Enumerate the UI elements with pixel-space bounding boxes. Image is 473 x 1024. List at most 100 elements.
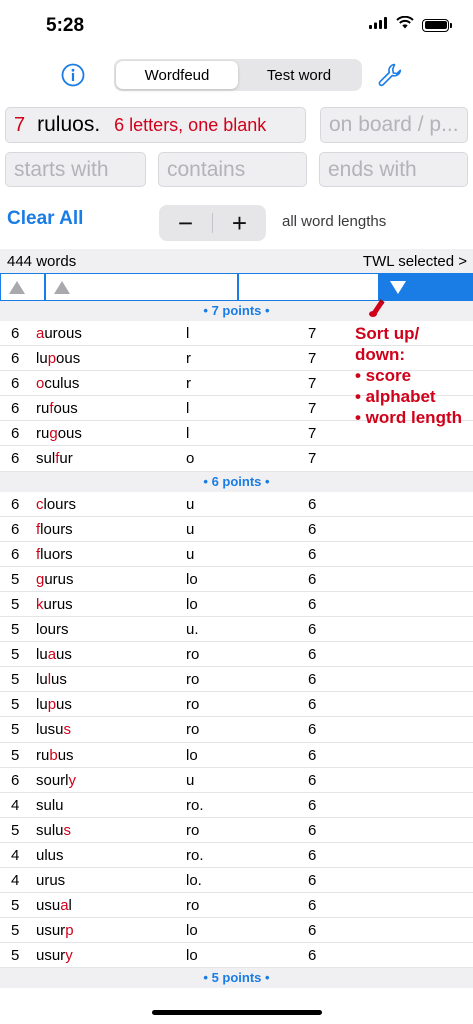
word-row[interactable]: 4 urus lo. 6 <box>0 868 473 894</box>
word-row[interactable]: 5 lusus ro 6 <box>0 717 473 743</box>
word-row[interactable]: 5 lulus ro 6 <box>0 667 473 693</box>
word-row[interactable]: 5 lupus ro 6 <box>0 692 473 718</box>
word-text: lusus <box>36 721 71 738</box>
on-board-input[interactable]: on board / p... <box>320 107 468 143</box>
word-prefix: lu <box>36 696 48 714</box>
word-length: 6 <box>308 595 317 613</box>
word-text: usury <box>36 947 73 964</box>
word-row[interactable]: 5 gurus lo 6 <box>0 567 473 592</box>
wrench-icon[interactable] <box>376 61 404 89</box>
contains-input[interactable]: contains <box>158 152 307 187</box>
increment-button[interactable]: + <box>213 205 266 241</box>
section-header: • 6 points • <box>0 471 473 492</box>
blank-letter: k <box>36 595 44 613</box>
sort-by-alphabet-button[interactable] <box>45 273 238 301</box>
word-row[interactable]: 6 fluors u 6 <box>0 542 473 567</box>
rack-input[interactable]: 7 ruluos. 6 letters, one blank <box>5 107 306 143</box>
word-text: ulus <box>36 847 64 864</box>
rack-info: 6 letters, one blank <box>114 114 267 135</box>
blank-letter: p <box>47 696 57 714</box>
word-suffix: us <box>51 671 67 689</box>
word-length: 6 <box>308 947 317 965</box>
remaining-letters: lo <box>186 570 198 588</box>
word-row[interactable]: 5 lours u. 6 <box>0 617 473 643</box>
word-length: 6 <box>308 771 317 789</box>
blank-letter: p <box>47 350 57 368</box>
segment-wordfeud[interactable]: Wordfeud <box>116 61 238 89</box>
word-score: 4 <box>11 846 20 864</box>
annotation-line: • word length <box>355 408 462 427</box>
word-row[interactable]: 5 luaus ro 6 <box>0 642 473 668</box>
word-prefix: usur <box>36 922 66 940</box>
word-count: 444 words <box>7 253 77 270</box>
sort-down-icon <box>390 281 406 294</box>
word-score: 5 <box>11 595 20 613</box>
sort-blank-column <box>238 273 379 301</box>
home-indicator <box>152 1010 322 1015</box>
remaining-letters: u <box>186 495 195 513</box>
ends-with-input[interactable]: ends with <box>319 152 468 187</box>
word-text: rubus <box>36 747 74 764</box>
remaining-letters: l <box>186 400 190 418</box>
sort-by-score-button[interactable] <box>0 273 45 301</box>
info-icon[interactable] <box>61 63 85 87</box>
blank-letter: b <box>49 746 58 764</box>
word-suffix: ous <box>56 350 81 368</box>
sort-up-icon <box>54 281 70 294</box>
word-row[interactable]: 4 ulus ro. 6 <box>0 843 473 868</box>
sort-annotation: Sort up/ down: • score • alphabet • word… <box>355 323 462 428</box>
remaining-letters: l <box>186 325 190 342</box>
remaining-letters: ro <box>186 721 200 739</box>
word-prefix: sul <box>36 450 56 468</box>
remaining-letters: ro <box>186 671 200 689</box>
word-row[interactable]: 5 usurp lo 6 <box>0 918 473 944</box>
word-text: sourly <box>36 772 76 789</box>
blank-letter: a <box>47 646 57 664</box>
pin-icon <box>368 296 386 318</box>
word-score: 4 <box>11 796 20 814</box>
word-row[interactable]: 6 flours u 6 <box>0 517 473 542</box>
word-text: lulus <box>36 671 67 688</box>
remaining-letters: u <box>186 545 195 563</box>
word-suffix: culus <box>44 375 80 393</box>
sort-up-icon <box>9 281 25 294</box>
word-score: 6 <box>11 495 20 513</box>
word-text: oculus <box>36 375 79 392</box>
word-text: aurous <box>36 325 82 342</box>
word-row[interactable]: 6 sourly u 6 <box>0 768 473 793</box>
starts-with-input[interactable]: starts with <box>5 152 146 187</box>
dictionary-selector[interactable]: TWL selected > <box>363 253 467 270</box>
remaining-letters: ro. <box>186 796 204 814</box>
word-row[interactable]: 5 sulus ro 6 <box>0 818 473 843</box>
word-row[interactable]: 5 usual ro 6 <box>0 893 473 919</box>
segment-test-word[interactable]: Test word <box>238 61 360 89</box>
word-row[interactable]: 4 sulu ro. 6 <box>0 793 473 818</box>
sort-by-length-button[interactable] <box>379 273 473 301</box>
clear-all-button[interactable]: Clear All <box>7 208 83 230</box>
blank-letter: c <box>36 495 44 513</box>
blank-letter: s <box>63 821 72 839</box>
word-row[interactable]: 6 clours u 6 <box>0 492 473 517</box>
word-suffix: ous <box>57 425 82 443</box>
remaining-letters: ro <box>186 646 200 664</box>
word-row[interactable]: 5 usury lo 6 <box>0 943 473 969</box>
blank-letter: a <box>60 897 69 915</box>
word-text: luaus <box>36 646 72 663</box>
word-score: 5 <box>11 621 20 639</box>
word-text: usual <box>36 897 72 914</box>
word-prefix: lu <box>36 646 48 664</box>
battery-icon <box>422 18 452 32</box>
word-row[interactable]: 6 sulfur o 7 <box>0 446 473 472</box>
word-row[interactable]: 5 kurus lo 6 <box>0 592 473 618</box>
word-prefix: urus <box>36 871 66 889</box>
word-row[interactable]: 5 rubus lo 6 <box>0 743 473 768</box>
remaining-letters: ro. <box>186 846 204 864</box>
word-text: sulus <box>36 822 71 839</box>
word-score: 6 <box>11 450 20 468</box>
annotation-line: Sort up/ <box>355 324 420 343</box>
word-text: rugous <box>36 425 82 442</box>
word-score: 6 <box>11 771 20 789</box>
word-length: 6 <box>308 821 317 839</box>
word-length: 7 <box>308 425 317 443</box>
decrement-button[interactable]: − <box>159 205 212 241</box>
